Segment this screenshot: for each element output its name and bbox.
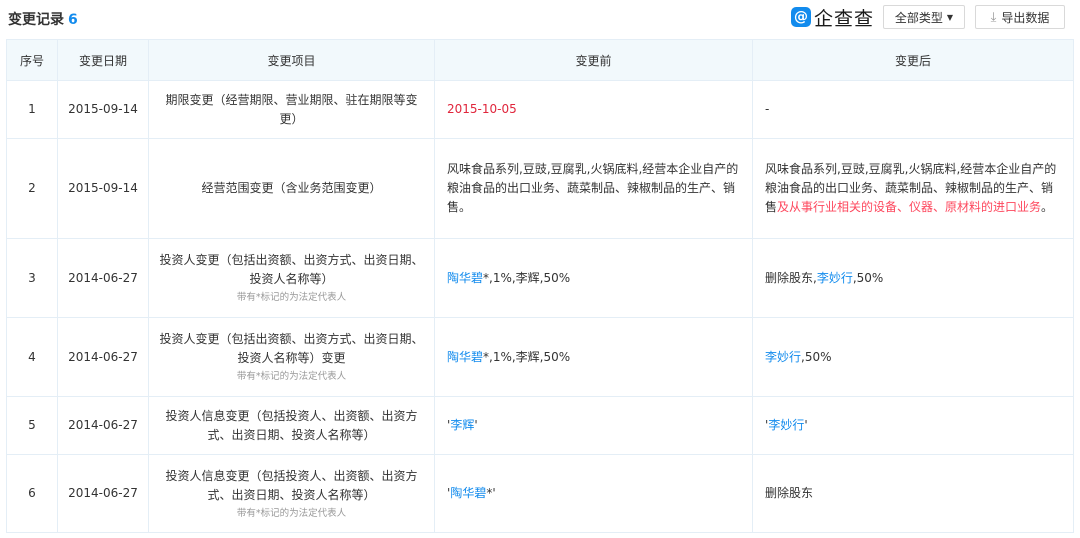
legal-rep-note: 带有*标记的为法定代表人 <box>236 507 347 519</box>
table-row: 2 2015-09-14 经营范围变更（含业务范围变更） 风味食品系列,豆豉,豆… <box>6 138 1074 239</box>
table-row: 1 2015-09-14 期限变更（经营期限、营业期限、驻在期限等变更） 201… <box>6 80 1074 139</box>
row-date: 2014-06-27 <box>57 454 149 533</box>
row-before: '李辉' <box>434 396 753 455</box>
record-count: 6 <box>68 12 78 28</box>
type-filter-label: 全部类型 <box>894 10 943 25</box>
quote: ' <box>804 418 808 432</box>
row-no: 1 <box>6 80 58 139</box>
export-button[interactable]: ⤓ 导出数据 <box>975 5 1065 29</box>
row-before: '陶华碧*' <box>434 454 753 533</box>
row-item: 投资人信息变更（包括投资人、出资额、出资方式、出资日期、投资人名称等） 带有*标… <box>148 454 435 533</box>
row-after: '李妙行' <box>752 396 1074 455</box>
row-date: 2015-09-14 <box>57 138 149 239</box>
investor-link[interactable]: 陶华碧 <box>450 486 486 500</box>
row-item: 经营范围变更（含业务范围变更） <box>148 138 435 239</box>
row-date: 2014-06-27 <box>57 238 149 318</box>
title-text: 变更记录 <box>8 12 64 28</box>
section-header: 变更记录 6 @ 企查查 全部类型 ▼ ⤓ 导出数据 <box>0 0 1080 36</box>
row-before: 风味食品系列,豆豉,豆腐乳,火锅底料,经营本企业自产的粮油食品的出口业务、蔬菜制… <box>434 138 753 239</box>
col-header-date: 变更日期 <box>57 39 149 81</box>
section-title: 变更记录 6 <box>8 9 78 29</box>
after-rest: ,50% <box>801 349 832 364</box>
row-after: 删除股东,李妙行,50% <box>752 238 1074 318</box>
col-header-after: 变更后 <box>752 39 1074 81</box>
row-date: 2014-06-27 <box>57 396 149 455</box>
table-row: 5 2014-06-27 投资人信息变更（包括投资人、出资额、出资方式、出资日期… <box>6 396 1074 455</box>
col-header-item: 变更项目 <box>148 39 435 81</box>
row-before: 2015-10-05 <box>434 80 753 139</box>
after-prefix: 删除股东, <box>765 270 817 285</box>
investor-link[interactable]: 李妙行 <box>765 350 801 364</box>
legal-rep-note: 带有*标记的为法定代表人 <box>236 371 347 382</box>
row-item: 期限变更（经营期限、营业期限、驻在期限等变更） <box>148 80 435 139</box>
caret-down-icon: ▼ <box>946 12 954 22</box>
row-no: 6 <box>6 454 58 533</box>
table-row: 6 2014-06-27 投资人信息变更（包括投资人、出资额、出资方式、出资日期… <box>6 454 1074 533</box>
col-header-before: 变更前 <box>434 39 753 81</box>
item-text: 投资人变更（包括出资额、出资方式、出资日期、投资人名称等）变更 <box>159 332 424 365</box>
row-before: 陶华碧*,1%,李辉,50% <box>434 238 753 318</box>
investor-link[interactable]: 李妙行 <box>768 418 804 432</box>
after-added-text: 及从事行业相关的设备、仪器、原材料的进口业务 <box>777 200 1042 214</box>
table-row: 3 2014-06-27 投资人变更（包括出资额、出资方式、出资日期、投资人名称… <box>6 238 1074 318</box>
table-header-row: 序号 变更日期 变更项目 变更前 变更后 <box>6 39 1074 81</box>
row-after: 风味食品系列,豆豉,豆腐乳,火锅底料,经营本企业自产的粮油食品的出口业务、蔬菜制… <box>752 138 1074 239</box>
quote: *' <box>486 486 496 500</box>
table-row: 4 2014-06-27 投资人变更（包括出资额、出资方式、出资日期、投资人名称… <box>6 317 1074 397</box>
legal-rep-note: 带有*标记的为法定代表人 <box>236 292 347 303</box>
row-item: 投资人信息变更（包括投资人、出资额、出资方式、出资日期、投资人名称等） <box>148 396 435 455</box>
row-item: 投资人变更（包括出资额、出资方式、出资日期、投资人名称等）变更 带有*标记的为法… <box>148 317 435 397</box>
logo-text: 企查查 <box>814 7 875 30</box>
row-no: 2 <box>6 138 58 239</box>
after-rest: ,50% <box>852 270 884 285</box>
row-no: 3 <box>6 238 58 318</box>
qichacha-logo: @ 企查查 <box>791 6 875 30</box>
logo-mark-icon: @ <box>791 7 811 27</box>
before-rest: *,1%,李辉,50% <box>483 270 571 285</box>
row-before: 陶华碧*,1%,李辉,50% <box>434 317 753 397</box>
type-filter-dropdown[interactable]: 全部类型 ▼ <box>883 5 965 29</box>
item-text: 投资人变更（包括出资额、出资方式、出资日期、投资人名称等） <box>159 253 424 286</box>
row-after: 李妙行,50% <box>752 317 1074 397</box>
investor-link[interactable]: 陶华碧 <box>447 350 483 364</box>
row-no: 5 <box>6 396 58 455</box>
investor-link[interactable]: 李辉 <box>450 418 474 432</box>
row-after: - <box>752 80 1074 139</box>
investor-link[interactable]: 陶华碧 <box>447 271 483 285</box>
row-date: 2014-06-27 <box>57 317 149 397</box>
export-label: 导出数据 <box>1001 10 1050 25</box>
item-text: 投资人信息变更（包括投资人、出资额、出资方式、出资日期、投资人名称等） <box>165 468 418 502</box>
col-header-no: 序号 <box>6 39 58 81</box>
before-rest: *,1%,李辉,50% <box>483 349 571 364</box>
investor-link[interactable]: 李妙行 <box>817 271 853 285</box>
change-records-table: 序号 变更日期 变更项目 变更前 变更后 1 2015-09-14 期限变更（经… <box>6 39 1074 533</box>
row-item: 投资人变更（包括出资额、出资方式、出资日期、投资人名称等） 带有*标记的为法定代… <box>148 238 435 318</box>
download-icon: ⤓ <box>990 9 997 25</box>
row-date: 2015-09-14 <box>57 80 149 139</box>
after-end: 。 <box>1041 200 1054 214</box>
row-no: 4 <box>6 317 58 397</box>
row-after: 删除股东 <box>752 454 1074 533</box>
quote: ' <box>474 418 478 432</box>
